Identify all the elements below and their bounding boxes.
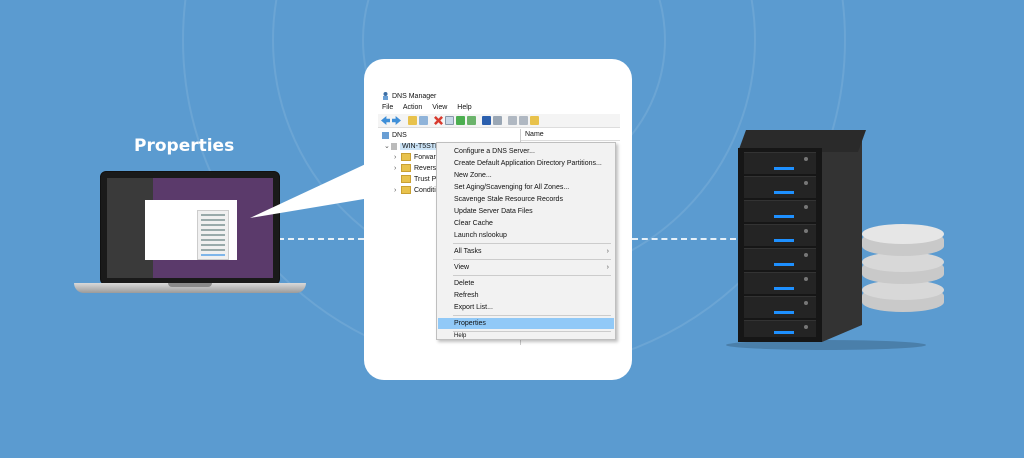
folder-icon [401,186,411,195]
tree-item-conditional[interactable]: › Conditio [394,186,440,196]
window-title: DNS Manager [392,93,437,100]
menu-item-new-zone[interactable]: New Zone... [438,170,614,181]
tree-root-label: DNS [392,132,407,139]
details-icon[interactable] [519,116,528,125]
show-tree-icon[interactable] [419,116,428,125]
server-unit [744,200,816,222]
menu-separator [453,243,611,244]
dns-manager-icon [382,92,389,101]
expand-icon[interactable]: › [394,153,401,163]
context-menu: Configure a DNS Server... Create Default… [436,142,616,340]
menu-item-all-tasks[interactable]: All Tasks › [438,246,614,257]
delete-icon[interactable] [434,116,443,125]
dns-icon [382,131,389,139]
submenu-arrow-icon: › [606,264,609,271]
menu-item-update-files[interactable]: Update Server Data Files [438,206,614,217]
menu-item-delete[interactable]: Delete [438,278,614,289]
menu-action[interactable]: Action [403,104,422,111]
tree-root[interactable]: DNS [382,131,407,141]
export-icon[interactable] [467,116,476,125]
folder-icon [401,164,411,173]
menu-item-properties[interactable]: Properties [438,318,614,329]
folder-icon [401,175,411,184]
menu-separator [453,275,611,276]
folder-icon[interactable] [530,116,539,125]
back-icon[interactable] [381,116,390,125]
menu-item-clear-cache[interactable]: Clear Cache [438,218,614,229]
forward-icon[interactable] [392,116,401,125]
database-cap [862,224,944,244]
server-unit [744,248,816,270]
refresh-icon[interactable] [456,116,465,125]
menu-item-set-aging[interactable]: Set Aging/Scavenging for All Zones... [438,182,614,193]
menu-separator [453,315,611,316]
menu-item-label: All Tasks [454,248,482,255]
submenu-arrow-icon: › [606,248,609,255]
tree-item-reverse[interactable]: › Reverse [394,164,440,174]
list-icon[interactable] [508,116,517,125]
menu-item-export-list[interactable]: Export List... [438,302,614,313]
menu-item-help[interactable]: Help [438,333,614,339]
menu-bar: File Action View Help [382,103,480,113]
server-unit [744,320,816,337]
server-unit [744,272,816,294]
properties-icon[interactable] [445,116,454,125]
menu-item-view[interactable]: View › [438,262,614,273]
tree-item-forward[interactable]: › Forward [394,153,440,163]
server-unit [744,152,816,174]
collapse-icon[interactable]: ⌄ [384,142,391,152]
menu-item-scavenge[interactable]: Scavenge Stale Resource Records [438,194,614,205]
up-folder-icon[interactable] [408,116,417,125]
view-icon[interactable] [493,116,502,125]
menu-item-create-partitions[interactable]: Create Default Application Directory Par… [438,158,614,169]
server-rack-side [822,130,862,342]
menu-help[interactable]: Help [457,104,471,111]
menu-item-label: View [454,264,470,271]
server-unit [744,224,816,246]
menu-separator [453,331,611,332]
server-unit [744,296,816,318]
menu-view[interactable]: View [432,104,447,111]
expand-icon[interactable]: › [394,164,401,174]
menu-separator [453,259,611,260]
column-header-name[interactable]: Name [521,129,620,141]
server-rack [738,148,822,342]
menu-item-nslookup[interactable]: Launch nslookup [438,230,614,241]
menu-item-configure[interactable]: Configure a DNS Server... [438,146,614,157]
expand-icon[interactable]: › [394,186,401,196]
toolbar [378,114,620,128]
help-icon[interactable] [482,116,491,125]
tree-item-trust[interactable]: Trust Po [394,175,440,185]
menu-item-refresh[interactable]: Refresh [438,290,614,301]
window-titlebar: DNS Manager [382,91,436,103]
menu-file[interactable]: File [382,104,393,111]
server-unit [744,176,816,198]
folder-icon [401,153,411,162]
server-icon [391,142,397,150]
